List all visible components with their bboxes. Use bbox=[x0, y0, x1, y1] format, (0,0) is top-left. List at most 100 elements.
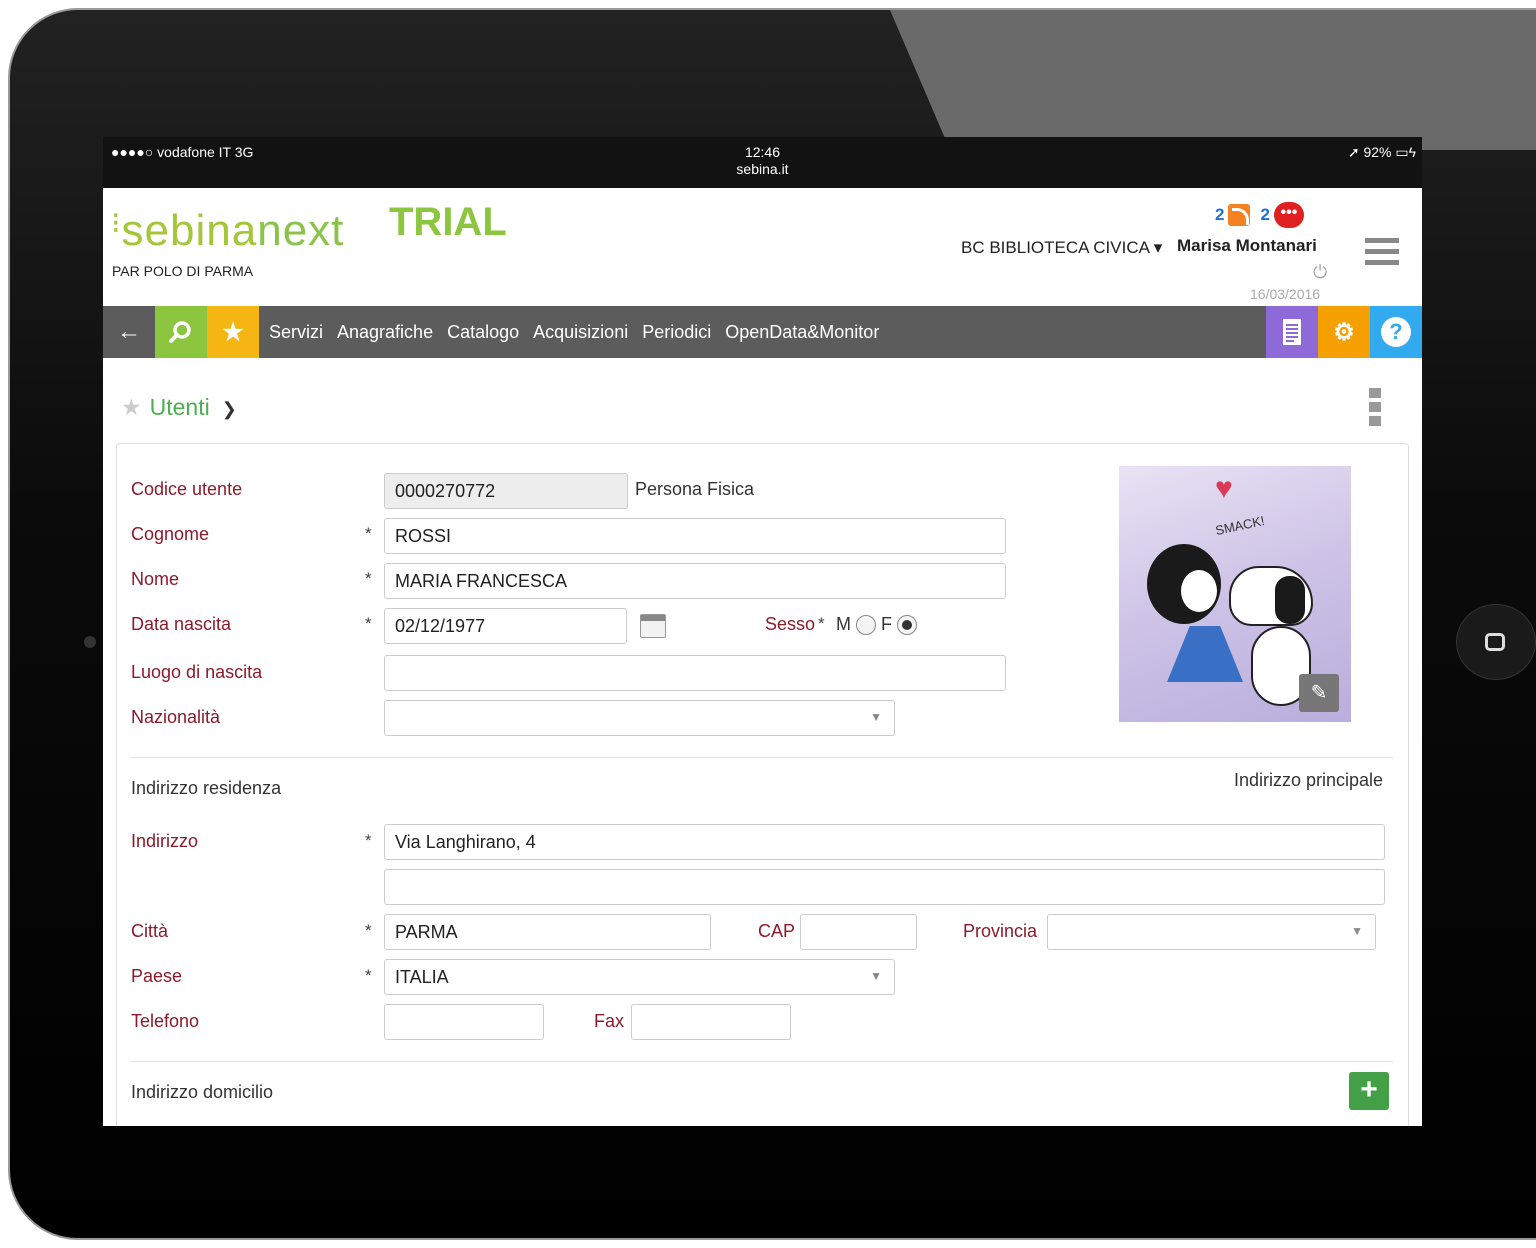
home-button[interactable] bbox=[1456, 604, 1536, 680]
nazionalita-label: Nazionalità bbox=[131, 707, 221, 727]
gear-icon[interactable]: ⚙ bbox=[1318, 306, 1370, 358]
cap-field[interactable] bbox=[800, 914, 917, 950]
heart-icon: ♥ bbox=[1215, 472, 1233, 505]
kebab-menu-icon[interactable] bbox=[1369, 388, 1381, 430]
logo-prefix: sebina bbox=[121, 206, 258, 255]
menu-item-opendata[interactable]: OpenData&Monitor bbox=[725, 322, 879, 343]
home-square-icon bbox=[1485, 633, 1505, 651]
cap-label: CAP bbox=[758, 921, 796, 941]
cognome-field[interactable]: ROSSI bbox=[384, 518, 1006, 554]
main-content: ★ Utenti ❯ Codice utente 0000270772 Person… bbox=[103, 358, 1422, 1126]
menu-item-servizi[interactable]: Servizi bbox=[269, 322, 323, 343]
glare bbox=[890, 10, 1536, 150]
domicilio-title: Indirizzo domicilio bbox=[131, 1082, 274, 1102]
sesso-m-radio[interactable] bbox=[856, 615, 877, 636]
battery-text: ➚ 92% ▭ϟ bbox=[1347, 144, 1416, 160]
caret-down-icon: ▼ bbox=[870, 710, 882, 724]
telefono-field[interactable] bbox=[384, 1004, 544, 1040]
sesso-label: Sesso bbox=[765, 614, 816, 634]
polo-label: PAR POLO DI PARMA bbox=[112, 263, 254, 279]
rss-icon[interactable] bbox=[1228, 204, 1251, 226]
hamburger-menu-icon[interactable] bbox=[1365, 238, 1399, 268]
paese-select[interactable]: ITALIA ▼ bbox=[384, 959, 895, 995]
snoopy-ear bbox=[1275, 576, 1305, 624]
status-bar: ●●●●○ vodafone IT 3G 12:46 sebina.it ➚ 9… bbox=[103, 137, 1422, 188]
menu-item-catalogo[interactable]: Catalogo bbox=[447, 322, 519, 343]
menu-item-anagrafiche[interactable]: Anagrafiche bbox=[337, 322, 433, 343]
residenza-title: Indirizzo residenza bbox=[131, 778, 282, 798]
page-title: Utenti bbox=[149, 394, 210, 420]
sesso-radio-group: M F bbox=[836, 614, 918, 636]
main-menu: Servizi Anagrafiche Catalogo Acquisizion… bbox=[269, 322, 879, 343]
data-nascita-label: Data nascita bbox=[131, 614, 232, 634]
favorite-star-icon[interactable]: ★ bbox=[121, 394, 142, 420]
chat-icon[interactable]: ••• bbox=[1273, 202, 1304, 228]
photo-caption: SMACK! bbox=[1213, 512, 1266, 539]
msg-count[interactable]: 2 bbox=[1260, 205, 1269, 225]
provincia-label: Provincia bbox=[963, 921, 1038, 941]
caret-down-icon: ▼ bbox=[1351, 924, 1363, 938]
data-nascita-field[interactable]: 02/12/1977 bbox=[384, 608, 627, 644]
search-icon[interactable] bbox=[155, 306, 207, 358]
sesso-m-label: M bbox=[836, 614, 851, 634]
url-domain: sebina.it bbox=[736, 161, 789, 177]
sesso-f-label: F bbox=[881, 614, 893, 634]
indirizzo2-field[interactable] bbox=[384, 869, 1385, 905]
indirizzo-field[interactable]: Via Langhirano, 4 bbox=[384, 824, 1385, 860]
screen: ●●●●○ vodafone IT 3G 12:46 sebina.it ➚ 9… bbox=[103, 137, 1422, 1126]
codice-field: 0000270772 bbox=[384, 473, 628, 509]
favorites-star-icon[interactable]: ★ bbox=[207, 306, 259, 358]
provincia-select[interactable]: ▼ bbox=[1047, 914, 1376, 950]
required-mark: * bbox=[818, 614, 825, 633]
lucy-dress bbox=[1167, 626, 1243, 682]
edit-pencil-icon[interactable]: ✎ bbox=[1299, 674, 1339, 712]
citta-label: Città bbox=[131, 921, 169, 941]
telefono-label: Telefono bbox=[131, 1011, 200, 1031]
add-domicilio-button[interactable]: + bbox=[1349, 1072, 1389, 1110]
trial-label: TRIAL bbox=[389, 200, 507, 244]
notification-badges: 2 2 ••• bbox=[1215, 202, 1304, 228]
chevron-down-icon[interactable]: ❯ bbox=[222, 399, 237, 419]
document-icon[interactable] bbox=[1266, 306, 1318, 358]
menu-item-acquisizioni[interactable]: Acquisizioni bbox=[533, 322, 628, 343]
session-date: 16/03/2016 bbox=[1250, 286, 1321, 302]
required-mark: * bbox=[365, 831, 372, 850]
required-mark: * bbox=[365, 569, 372, 588]
luogo-label: Luogo di nascita bbox=[131, 662, 263, 682]
rss-count[interactable]: 2 bbox=[1215, 205, 1224, 225]
logo-suffix: next bbox=[257, 206, 345, 255]
citta-field[interactable]: PARMA bbox=[384, 914, 711, 950]
library-select[interactable]: BC BIBLIOTECA CIVICA ▾ bbox=[961, 238, 1162, 258]
indirizzo-principale-label: Indirizzo principale bbox=[1234, 770, 1384, 790]
lucy-face bbox=[1181, 570, 1217, 612]
calendar-icon[interactable] bbox=[640, 614, 666, 638]
required-mark: * bbox=[365, 524, 372, 543]
nazionalita-select[interactable]: ▼ bbox=[384, 700, 895, 736]
page-header: ★ Utenti ❯ bbox=[121, 394, 237, 421]
nome-field[interactable]: MARIA FRANCESCA bbox=[384, 563, 1006, 599]
nome-label: Nome bbox=[131, 569, 180, 589]
back-arrow-icon[interactable]: ← bbox=[103, 306, 155, 358]
paese-value: ITALIA bbox=[395, 967, 449, 987]
status-center: 12:46 sebina.it bbox=[103, 144, 1422, 178]
required-mark: * bbox=[365, 614, 372, 633]
tipo-utente: Persona Fisica bbox=[635, 479, 755, 499]
required-mark: * bbox=[365, 966, 372, 985]
divider bbox=[131, 1061, 1393, 1062]
power-icon[interactable]: ⏻ bbox=[1313, 262, 1327, 283]
menu-item-periodici[interactable]: Periodici bbox=[642, 322, 711, 343]
main-navbar: ← ★ Servizi Anagrafiche Catalogo Acquisi… bbox=[103, 306, 1422, 358]
paese-label: Paese bbox=[131, 966, 183, 986]
app-header: ⁝sebinanext TRIAL PAR POLO DI PARMA 2 2 ••… bbox=[103, 188, 1422, 306]
user-photo: ♥ SMACK! ✎ bbox=[1119, 466, 1351, 722]
sesso-f-radio[interactable] bbox=[897, 615, 918, 636]
sebina-logo[interactable]: ⁝sebinanext bbox=[111, 206, 344, 256]
fax-field[interactable] bbox=[631, 1004, 791, 1040]
codice-label: Codice utente bbox=[131, 479, 243, 499]
camera-icon bbox=[84, 636, 96, 648]
caret-down-icon: ▼ bbox=[870, 969, 882, 983]
help-icon[interactable]: ? bbox=[1370, 306, 1422, 358]
logo-dots-icon: ⁝ bbox=[111, 207, 122, 240]
luogo-field[interactable] bbox=[384, 655, 1006, 691]
user-name[interactable]: Marisa Montanari bbox=[1177, 236, 1317, 256]
